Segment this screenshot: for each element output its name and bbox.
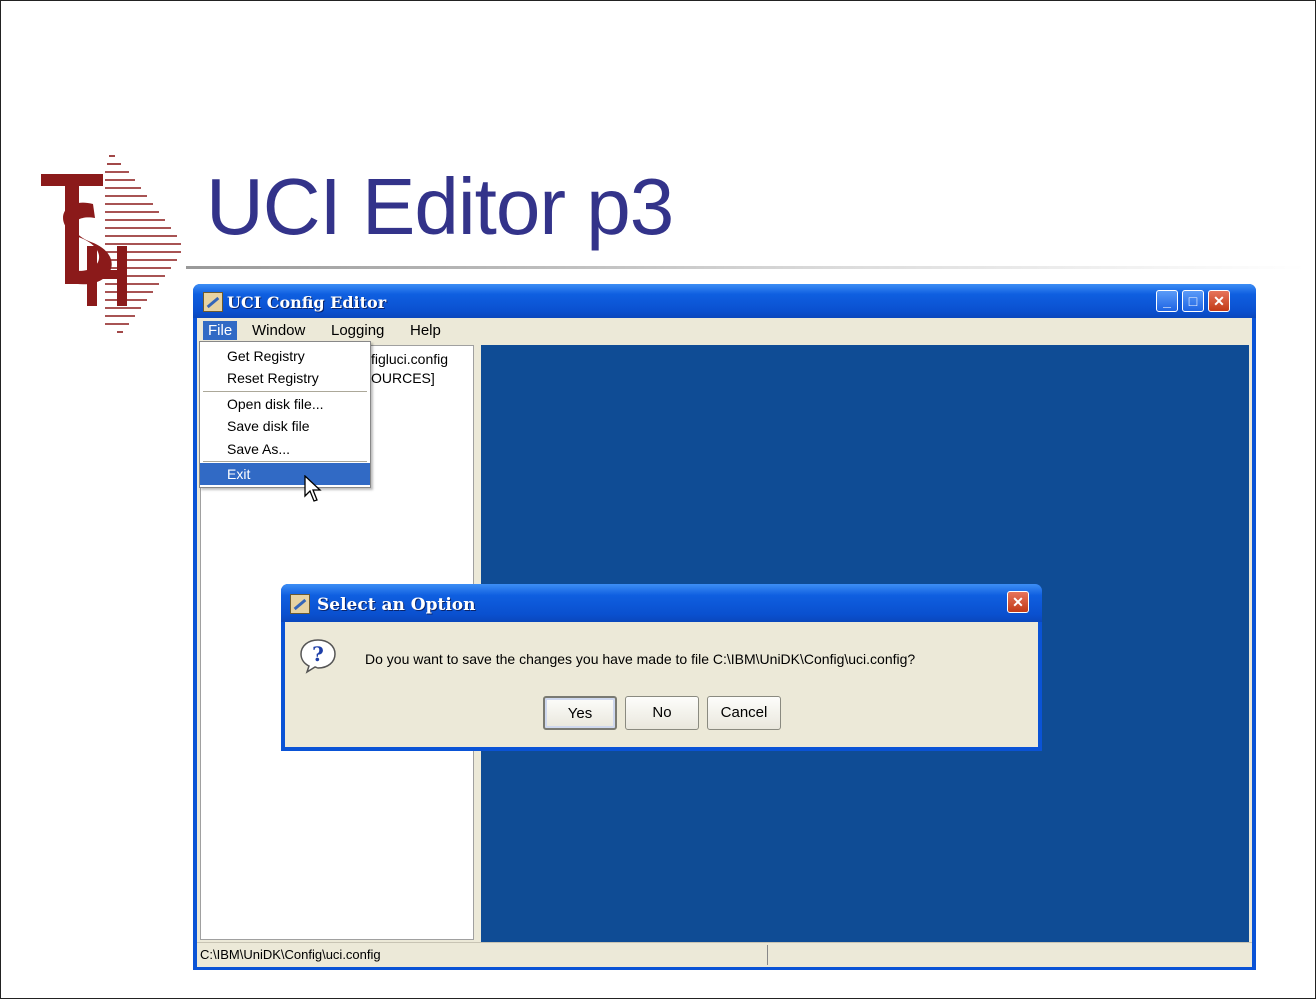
close-button[interactable]: ✕ xyxy=(1208,290,1230,312)
menu-separator xyxy=(203,461,367,462)
file-menu-dropdown: Get Registry Reset Registry Open disk fi… xyxy=(199,341,371,488)
slide: UCI Editor p3 UCI Config Editor _ □ ✕ Fi… xyxy=(0,0,1316,999)
menu-item-exit[interactable]: Exit xyxy=(200,463,370,485)
tsh-logo xyxy=(41,155,181,333)
status-bar: C:\IBM\UniDK\Config\uci.config xyxy=(197,942,1252,967)
dialog-titlebar[interactable]: Select an Option ✕ xyxy=(281,584,1042,622)
menu-item-save-as[interactable]: Save As... xyxy=(200,438,370,460)
app-icon xyxy=(290,594,310,614)
menu-item-open-disk-file[interactable]: Open disk file... xyxy=(200,393,370,415)
tree-node-config[interactable]: figluci.config xyxy=(371,351,448,367)
title-divider xyxy=(186,266,1306,269)
menubar: File Window Logging Help xyxy=(197,318,1252,342)
app-icon xyxy=(203,292,223,312)
question-icon: ? xyxy=(300,639,336,674)
window-title: UCI Config Editor xyxy=(227,293,387,312)
tree-node-resources[interactable]: OURCES] xyxy=(371,370,435,386)
window-titlebar[interactable]: UCI Config Editor _ □ ✕ xyxy=(193,284,1256,318)
dialog-close-button[interactable]: ✕ xyxy=(1007,591,1029,613)
dialog-body: ? Do you want to save the changes you ha… xyxy=(285,622,1038,747)
status-divider xyxy=(767,945,768,965)
no-button[interactable]: No xyxy=(625,696,699,730)
menu-item-get-registry[interactable]: Get Registry xyxy=(200,345,370,367)
menu-item-reset-registry[interactable]: Reset Registry xyxy=(200,367,370,389)
menu-window[interactable]: Window xyxy=(247,321,310,340)
status-file-path: C:\IBM\UniDK\Config\uci.config xyxy=(200,947,381,962)
dialog-message: Do you want to save the changes you have… xyxy=(365,651,916,667)
minimize-button[interactable]: _ xyxy=(1156,290,1178,312)
menu-file[interactable]: File xyxy=(203,321,238,340)
menu-logging[interactable]: Logging xyxy=(326,321,389,340)
menu-help[interactable]: Help xyxy=(405,321,446,340)
dialog-title: Select an Option xyxy=(317,595,476,615)
cancel-button[interactable]: Cancel xyxy=(707,696,781,730)
slide-title: UCI Editor p3 xyxy=(206,162,674,251)
minimize-icon: _ xyxy=(1163,293,1171,309)
menu-separator xyxy=(203,391,367,392)
maximize-button[interactable]: □ xyxy=(1182,290,1204,312)
svg-text:?: ? xyxy=(312,642,324,666)
close-icon: ✕ xyxy=(1213,293,1225,309)
maximize-icon: □ xyxy=(1188,293,1198,309)
menu-item-save-disk-file[interactable]: Save disk file xyxy=(200,415,370,437)
mouse-cursor-icon xyxy=(304,475,322,502)
yes-button[interactable]: Yes xyxy=(543,696,617,730)
close-icon: ✕ xyxy=(1012,594,1024,610)
select-option-dialog: Select an Option ✕ ? Do you want to save… xyxy=(281,584,1042,751)
